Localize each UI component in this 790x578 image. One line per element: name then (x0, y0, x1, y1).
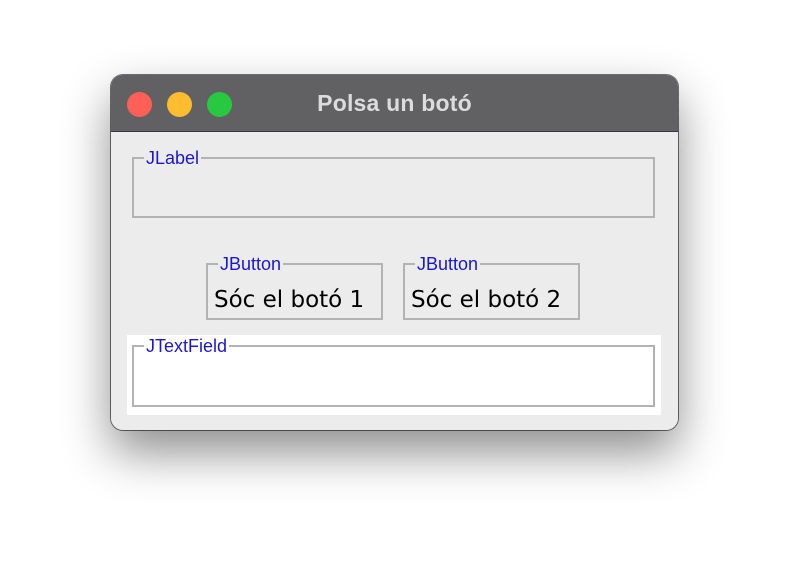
title-bar[interactable]: Polsa un botó (111, 75, 678, 132)
button-2[interactable]: JButton Sóc el botó 2 (403, 254, 580, 320)
button-2-label: Sóc el botó 2 (411, 287, 562, 313)
button-1[interactable]: JButton Sóc el botó 1 (206, 254, 383, 320)
window-title: Polsa un botó (317, 90, 472, 116)
content-pane: JLabel JButton Sóc el botó 1 JButton Sóc… (111, 132, 678, 430)
button-2-border-title: JButton (415, 254, 481, 274)
jtextfield[interactable]: JTextField (132, 336, 655, 407)
app-window: Polsa un botó JLabel JButton Sóc el botó… (111, 75, 678, 430)
jlabel-border-title: JLabel (144, 148, 202, 168)
button-1-border-title: JButton (218, 254, 284, 274)
button-1-label: Sóc el botó 1 (214, 287, 365, 313)
jtextfield-border-title: JTextField (144, 336, 230, 356)
jlabel-panel: JLabel (132, 148, 655, 218)
text-input[interactable] (142, 369, 645, 399)
